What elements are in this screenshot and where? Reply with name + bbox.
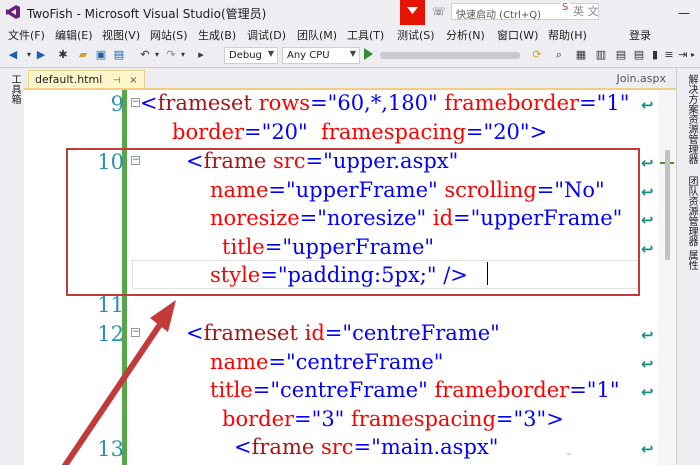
watermark-icon: ⌁	[566, 449, 573, 460]
annotation-arrow	[61, 300, 176, 465]
